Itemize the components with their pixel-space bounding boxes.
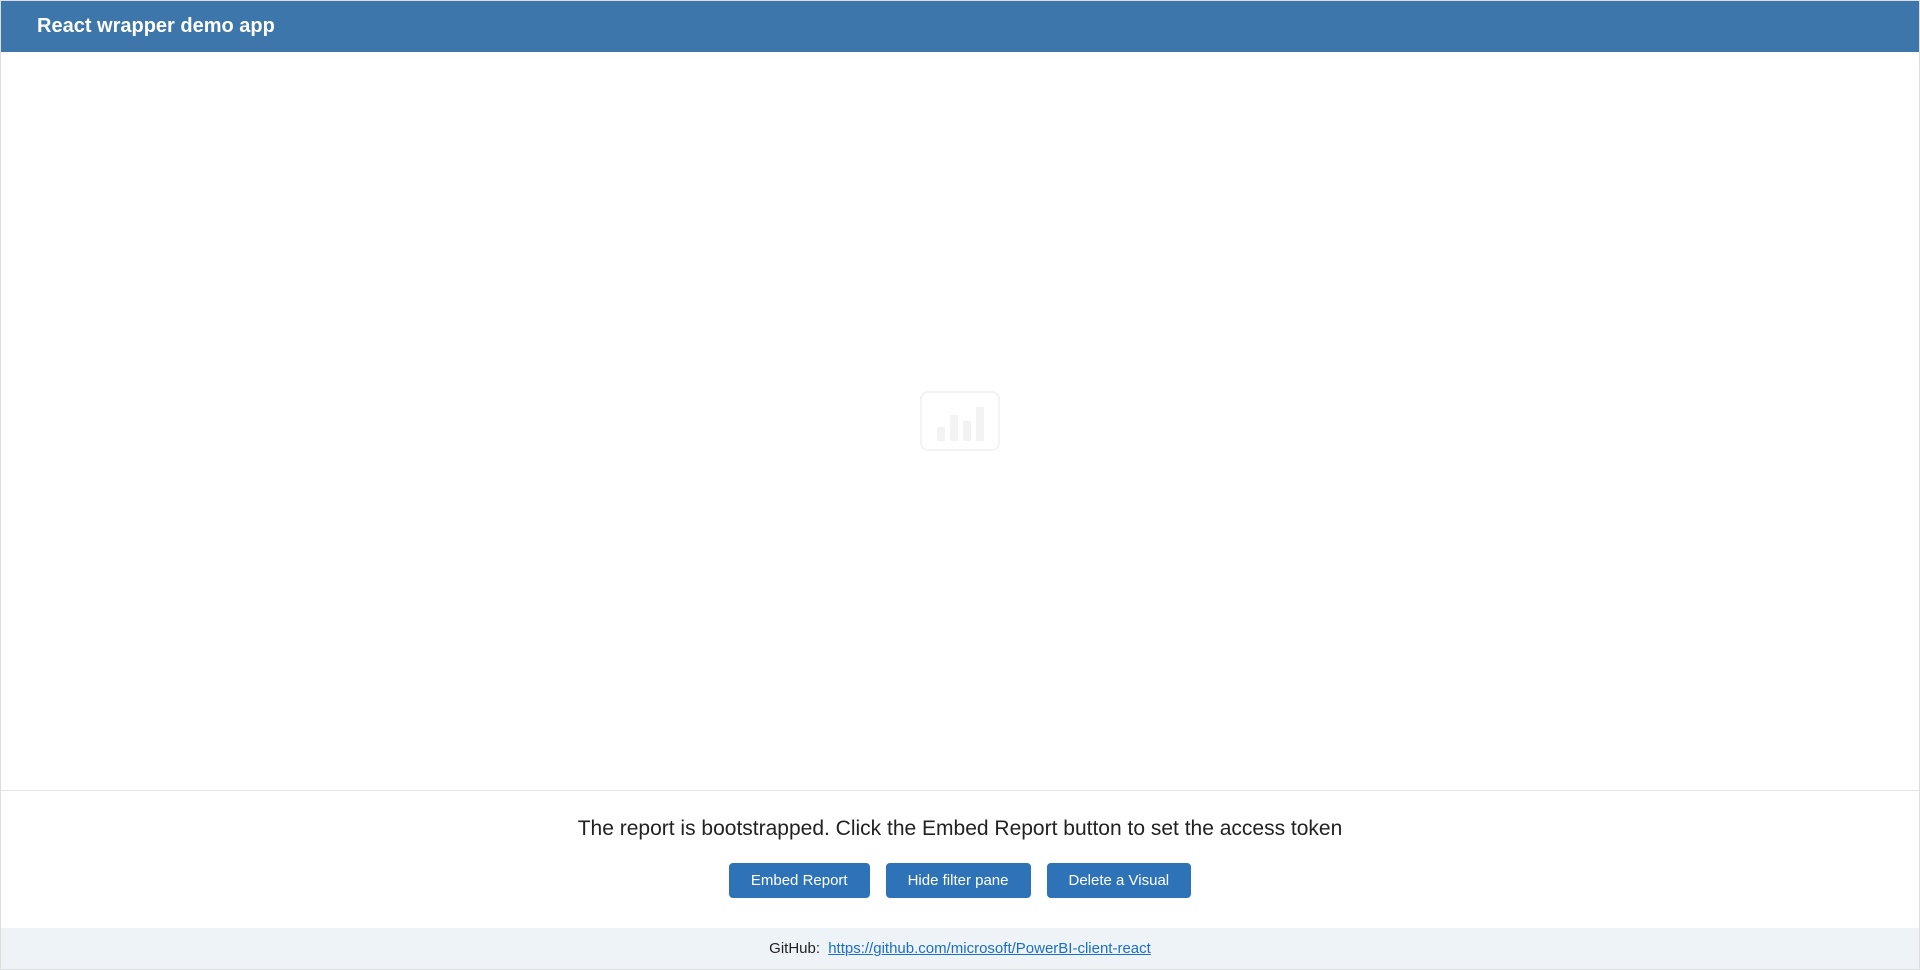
hide-filter-pane-button[interactable]: Hide filter pane <box>886 863 1031 898</box>
delete-visual-button[interactable]: Delete a Visual <box>1047 863 1192 898</box>
app-header: React wrapper demo app <box>1 1 1919 52</box>
button-row: Embed Report Hide filter pane Delete a V… <box>1 863 1919 898</box>
github-link[interactable]: https://github.com/microsoft/PowerBI-cli… <box>828 940 1151 957</box>
report-embed-area <box>1 52 1919 791</box>
footer-label: GitHub: <box>769 940 820 957</box>
powerbi-bars-icon <box>920 391 1000 451</box>
bar-icon-segment <box>963 421 971 441</box>
bar-icon-segment <box>937 427 945 441</box>
controls-section: The report is bootstrapped. Click the Em… <box>1 791 1919 928</box>
bar-icon-segment <box>950 415 958 441</box>
footer: GitHub: https://github.com/microsoft/Pow… <box>1 928 1919 969</box>
embed-report-button[interactable]: Embed Report <box>729 863 870 898</box>
status-message: The report is bootstrapped. Click the Em… <box>1 817 1919 841</box>
app-title: React wrapper demo app <box>37 15 275 37</box>
bar-icon-segment <box>976 407 984 441</box>
